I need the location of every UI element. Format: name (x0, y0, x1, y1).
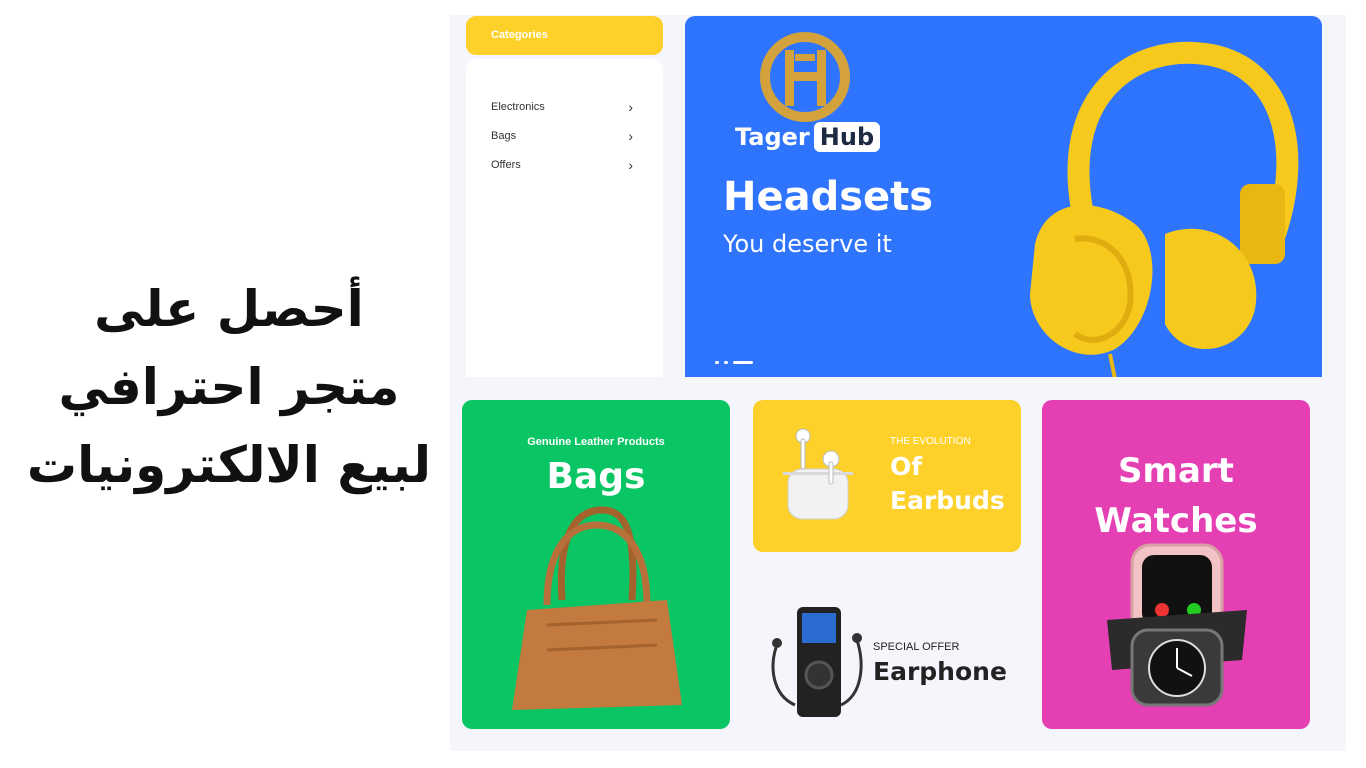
categories-title: Categories (491, 29, 548, 41)
leather-bag-image (512, 506, 682, 710)
headset-image (1030, 41, 1299, 377)
carousel-dots (715, 361, 753, 364)
hero-subtitle: You deserve it (723, 230, 892, 258)
smart-watch-image (1107, 543, 1247, 707)
earbuds-title-line-1: Of (890, 452, 923, 481)
chevron-right-icon: › (628, 127, 633, 144)
mp3-player-earphone-image (771, 607, 863, 717)
category-item-bags[interactable]: Bags › (466, 121, 663, 150)
category-item-electronics[interactable]: Electronics › (466, 92, 663, 121)
promo-headline-line-3: لبيع الالكترونيات (26, 436, 432, 494)
bags-card[interactable]: Genuine Leather Products Bags (462, 400, 730, 729)
brand-logo-text: Tager Hub (735, 122, 881, 152)
earphone-card[interactable]: SPECIAL OFFER Earphone (753, 575, 1021, 729)
earphone-card-title: Earphone (873, 657, 1007, 686)
brand-name: Tager (735, 123, 810, 151)
category-item-offers[interactable]: Offers › (466, 150, 663, 179)
category-item-label: Offers (491, 158, 521, 171)
category-item-label: Bags (491, 129, 517, 142)
carousel-dot[interactable] (715, 361, 719, 364)
watches-title-line-1: Smart (1118, 451, 1234, 491)
hero-title: Headsets (723, 174, 934, 220)
promo-headline-line-1: أحصل على (94, 280, 364, 338)
hero-banner[interactable]: Tager Hub Headsets You deserve it (685, 16, 1322, 377)
earbuds-card[interactable]: THE EVOLUTION Of Earbuds (753, 400, 1021, 552)
chevron-right-icon: › (628, 156, 633, 173)
earbuds-card-title: Of Earbuds (890, 450, 1020, 518)
bags-card-subtitle: Genuine Leather Products (527, 436, 665, 448)
smart-watches-card[interactable]: Smart Watches (1042, 400, 1310, 729)
store-preview: Categories Electronics › Bags › Offers ›… (450, 15, 1346, 751)
earbuds-title-line-2: Earbuds (890, 486, 1005, 515)
earphone-card-subtitle: SPECIAL OFFER (873, 641, 960, 653)
bags-card-title: Bags (546, 456, 646, 497)
category-item-label: Electronics (491, 100, 545, 113)
promo-headline: أحصل على متجر احترافي لبيع الالكترونيات (14, 270, 444, 504)
earbuds-card-subtitle: THE EVOLUTION (890, 436, 971, 447)
brand-badge: Hub (813, 122, 881, 152)
categories-list: Electronics › Bags › Offers › (466, 59, 663, 377)
promo-headline-line-2: متجر احترافي (58, 358, 400, 416)
earbuds-image (783, 428, 853, 520)
carousel-dot[interactable] (724, 361, 728, 364)
chevron-right-icon: › (628, 98, 633, 115)
carousel-dot-active[interactable] (733, 361, 753, 364)
categories-header[interactable]: Categories (466, 16, 663, 55)
